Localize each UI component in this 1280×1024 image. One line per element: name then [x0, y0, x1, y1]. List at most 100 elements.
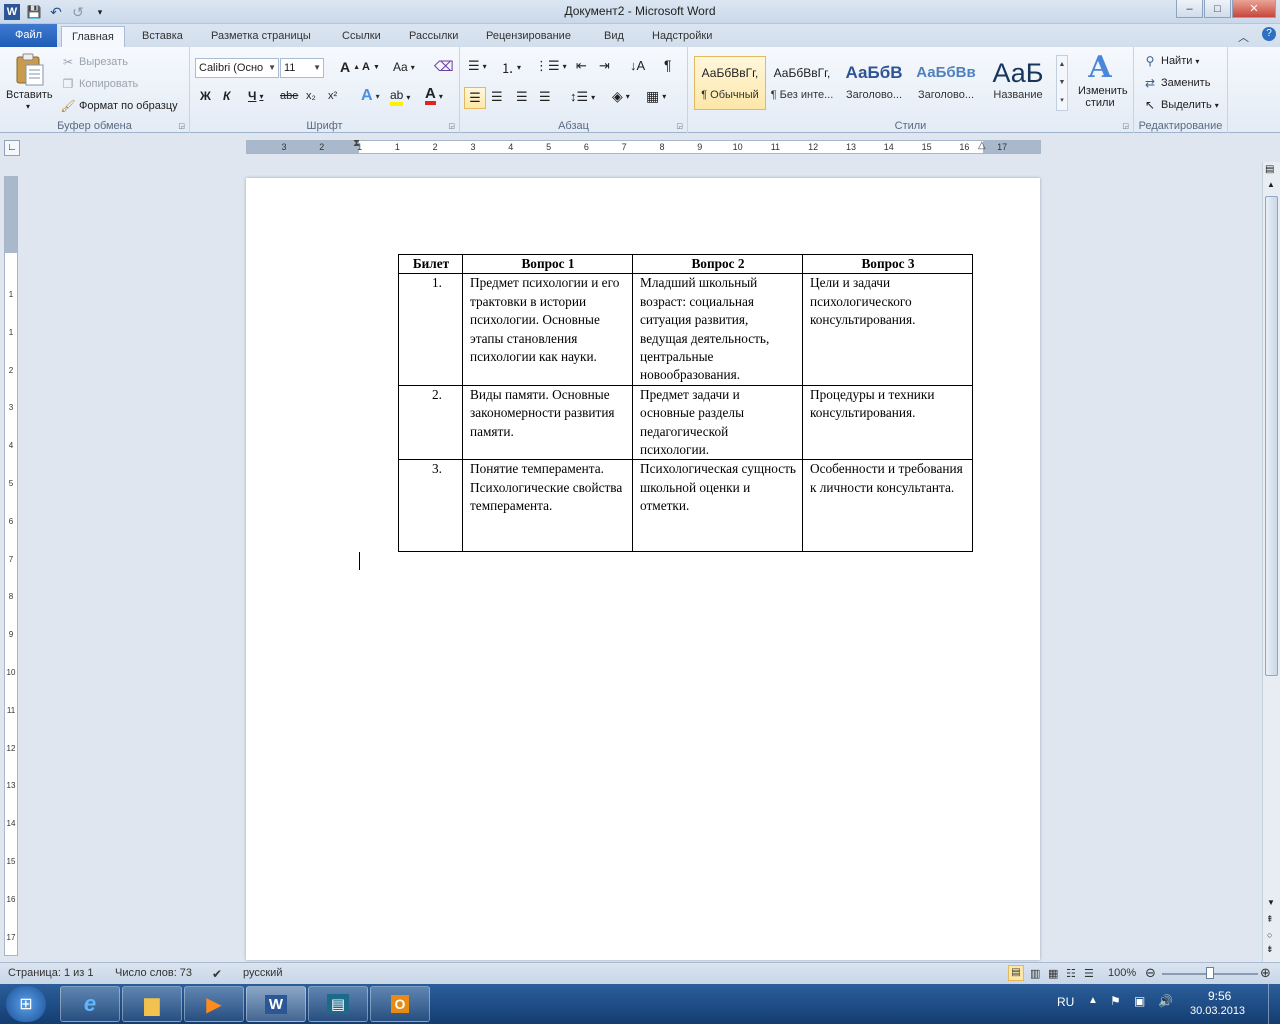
tab-insert[interactable]: Вставка: [132, 26, 193, 47]
align-right-icon[interactable]: ☰: [516, 89, 528, 105]
scroll-thumb[interactable]: [1265, 196, 1278, 676]
select-button[interactable]: ↖ Выделить ▾: [1142, 97, 1219, 113]
web-layout-icon[interactable]: ▦: [1048, 967, 1058, 980]
full-screen-reading-icon[interactable]: ▥: [1030, 967, 1040, 980]
highlight-button[interactable]: ab ▾: [390, 88, 410, 106]
tickets-table[interactable]: Билет Вопрос 1 Вопрос 2 Вопрос 3 1. Пред…: [398, 253, 973, 553]
word-taskbar-icon[interactable]: W: [246, 986, 306, 1022]
style-title[interactable]: АаБ Название: [982, 56, 1054, 110]
styles-scroll[interactable]: ▲ ▼ ▾: [1056, 55, 1068, 111]
question-2-cell[interactable]: Младший школьный возраст: социальная сит…: [632, 273, 803, 386]
vertical-ruler[interactable]: 1123456789101112131415161718: [4, 176, 18, 979]
subscript-button[interactable]: x₂: [306, 90, 316, 102]
grow-font-button[interactable]: A ▲: [340, 59, 360, 75]
language-indicator[interactable]: русский: [243, 967, 282, 979]
tab-view[interactable]: Вид: [594, 26, 634, 47]
publisher-taskbar-icon[interactable]: ▤: [308, 986, 368, 1022]
explorer-taskbar-icon[interactable]: ▆: [122, 986, 182, 1022]
tab-review[interactable]: Рецензирование: [476, 26, 581, 47]
help-icon[interactable]: ?: [1262, 27, 1276, 41]
word-count[interactable]: Число слов: 73: [115, 967, 192, 979]
indent-marker-icon[interactable]: ⧗: [353, 138, 360, 149]
shading-icon[interactable]: ◈ ▾: [612, 88, 630, 105]
clear-formatting-icon[interactable]: ⌫: [434, 58, 454, 75]
outline-icon[interactable]: ☷: [1066, 967, 1076, 980]
change-case-button[interactable]: Aa ▾: [393, 60, 415, 74]
justify-icon[interactable]: ☰: [539, 89, 551, 105]
ruler-track[interactable]: 3 2 1 1 2 3 4 5 6 7 8 9 10 11 12 13 14 15 16 17: [246, 140, 1041, 154]
question-3-cell[interactable]: Цели и задачи психологического консульти…: [802, 273, 973, 386]
borders-icon[interactable]: ▦ ▾: [646, 88, 666, 105]
italic-button[interactable]: К: [223, 89, 230, 103]
question-1-cell[interactable]: Понятие темперамента. Психологические св…: [462, 459, 633, 553]
style-heading-1[interactable]: АаБбВ Заголово...: [838, 56, 910, 110]
align-center-icon[interactable]: ☰: [491, 89, 503, 105]
zoom-slider-thumb[interactable]: [1206, 967, 1214, 979]
clock-date[interactable]: 30.03.2013: [1190, 1005, 1245, 1017]
network-icon[interactable]: ▣: [1134, 994, 1145, 1008]
style-no-spacing[interactable]: АаБбВвГг, ¶ Без инте...: [766, 56, 838, 110]
dialog-launcher-icon[interactable]: ◲: [178, 122, 185, 130]
scroll-down-icon[interactable]: ▼: [1267, 898, 1275, 907]
browse-object-icon[interactable]: ○: [1267, 930, 1272, 940]
flag-icon[interactable]: ⚑: [1110, 994, 1121, 1008]
tab-file[interactable]: Файл: [0, 24, 57, 47]
header-question-2[interactable]: Вопрос 2: [632, 253, 803, 275]
bold-button[interactable]: Ж: [200, 89, 211, 103]
tab-page-layout[interactable]: Разметка страницы: [201, 26, 321, 47]
draft-icon[interactable]: ☰: [1084, 967, 1094, 980]
align-left-icon[interactable]: ☰: [464, 87, 486, 109]
multilevel-list-icon[interactable]: ⋮☰ ▾: [535, 58, 567, 74]
vertical-scrollbar[interactable]: ▤ ▲ ▼ ⇞ ○ ⇟: [1262, 162, 1280, 962]
text-effects-button[interactable]: A ▾: [361, 87, 380, 105]
proofing-icon[interactable]: ✔: [212, 967, 222, 981]
show-marks-button[interactable]: ¶: [664, 57, 672, 73]
paste-dropdown-icon[interactable]: ▾: [26, 102, 30, 111]
tab-selector-icon[interactable]: ∟: [4, 140, 20, 156]
tab-references[interactable]: Ссылки: [332, 26, 391, 47]
tab-mailings[interactable]: Рассылки: [399, 26, 468, 47]
cut-button[interactable]: ✂ Вырезать: [60, 54, 128, 70]
dialog-launcher-icon[interactable]: ◲: [676, 122, 683, 130]
tab-home[interactable]: Главная: [61, 26, 125, 47]
paste-icon[interactable]: [12, 53, 46, 87]
header-question-3[interactable]: Вопрос 3: [802, 253, 973, 275]
numbering-icon[interactable]: ⒈ ▾: [501, 58, 521, 77]
replace-button[interactable]: ⇄ Заменить: [1142, 75, 1210, 91]
volume-icon[interactable]: 🔊: [1158, 994, 1173, 1008]
question-2-cell[interactable]: Предмет задачи и основные разделы педаго…: [632, 384, 803, 461]
tab-addins[interactable]: Надстройки: [642, 26, 722, 47]
media-player-taskbar-icon[interactable]: ▶: [184, 986, 244, 1022]
close-button[interactable]: ✕: [1232, 0, 1276, 18]
keyboard-language[interactable]: RU: [1057, 995, 1074, 1009]
copy-button[interactable]: ❐ Копировать: [60, 76, 139, 92]
question-3-cell[interactable]: Процедуры и техники консультирования.: [802, 384, 973, 461]
zoom-level[interactable]: 100%: [1108, 967, 1136, 979]
sort-icon[interactable]: ↓A: [630, 58, 645, 73]
font-size-combo[interactable]: 11 ▼: [280, 58, 324, 78]
dialog-launcher-icon[interactable]: ◲: [1122, 122, 1129, 130]
line-spacing-icon[interactable]: ↕☰ ▾: [570, 89, 595, 105]
ticket-number[interactable]: 1.: [398, 273, 463, 386]
scroll-up-icon[interactable]: ▲: [1267, 180, 1275, 189]
increase-indent-icon[interactable]: ⇥: [599, 58, 610, 74]
font-color-button[interactable]: A ▾: [425, 86, 443, 105]
bullets-icon[interactable]: ☰ ▾: [468, 58, 487, 74]
dialog-launcher-icon[interactable]: ◲: [448, 122, 455, 130]
font-name-combo[interactable]: Calibri (Осно ▼: [195, 58, 279, 78]
print-layout-icon[interactable]: ▤: [1008, 965, 1024, 981]
paste-button[interactable]: Вставить: [6, 89, 53, 101]
previous-page-icon[interactable]: ⇞: [1266, 914, 1274, 925]
change-styles-button[interactable]: A Изменить стили: [1078, 51, 1128, 110]
style-heading-2[interactable]: АаБбВв Заголово...: [910, 56, 982, 110]
right-indent-marker-icon[interactable]: △: [978, 140, 986, 151]
page-count[interactable]: Страница: 1 из 1: [8, 967, 94, 979]
shrink-font-button[interactable]: A ▼: [362, 61, 380, 73]
header-ticket[interactable]: Билет: [398, 253, 463, 275]
zoom-in-icon[interactable]: ⊕: [1260, 965, 1271, 981]
show-hidden-icons[interactable]: ▲: [1088, 995, 1098, 1006]
show-desktop-button[interactable]: [1268, 984, 1280, 1024]
question-2-cell[interactable]: Психологическая сущность школьной оценки…: [632, 459, 803, 553]
next-page-icon[interactable]: ⇟: [1266, 944, 1274, 955]
strikethrough-button[interactable]: abe: [280, 90, 298, 102]
